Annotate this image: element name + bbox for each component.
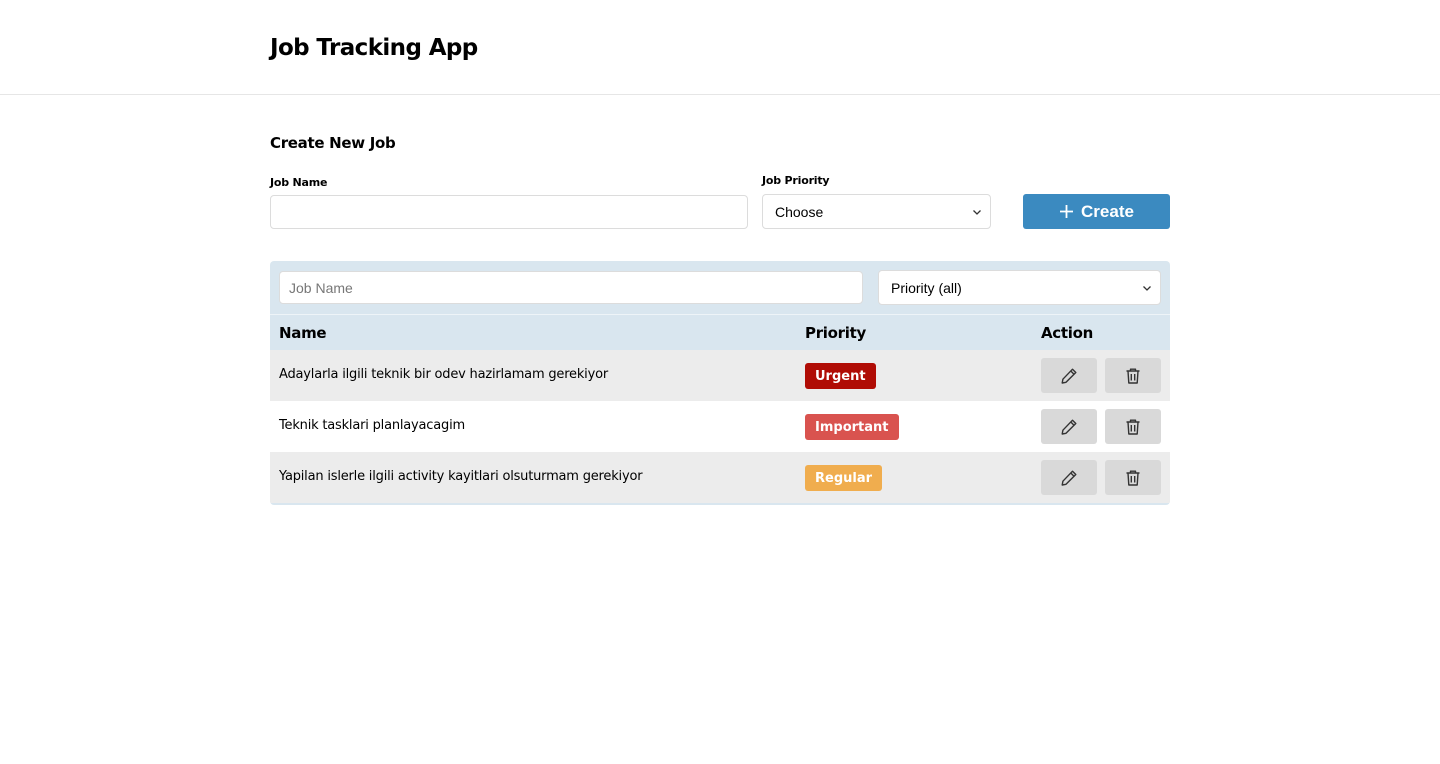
job-search-input[interactable]: [279, 271, 863, 304]
app-header: Job Tracking App: [0, 0, 1440, 95]
job-name-label: Job Name: [270, 176, 328, 189]
job-priority-select[interactable]: Choose: [762, 194, 991, 229]
priority-filter-select[interactable]: Priority (all): [878, 270, 1161, 305]
priority-badge: Regular: [805, 465, 883, 491]
trash-icon: [1123, 417, 1143, 437]
trash-icon: [1123, 366, 1143, 386]
edit-button[interactable]: [1041, 460, 1097, 495]
job-name-cell: Yapilan islerle ilgili activity kayitlar…: [279, 469, 643, 484]
table-header: Name Priority Action: [270, 314, 1170, 350]
job-name-cell: Adaylarla ilgili teknik bir odev hazirla…: [279, 367, 608, 382]
table-row: Adaylarla ilgili teknik bir odev hazirla…: [270, 350, 1170, 401]
priority-filter-selected: Priority (all): [891, 279, 962, 296]
job-name-cell: Teknik tasklari planlayacagim: [279, 418, 465, 433]
trash-icon: [1123, 468, 1143, 488]
priority-badge: Important: [805, 414, 899, 440]
delete-button[interactable]: [1105, 358, 1161, 393]
pencil-icon: [1059, 468, 1079, 488]
app-title: Job Tracking App: [270, 35, 478, 61]
job-priority-selected: Choose: [775, 203, 824, 220]
table-row: Yapilan islerle ilgili activity kayitlar…: [270, 452, 1170, 503]
chevron-down-icon: [973, 209, 981, 215]
pencil-icon: [1059, 366, 1079, 386]
edit-button[interactable]: [1041, 358, 1097, 393]
delete-button[interactable]: [1105, 409, 1161, 444]
table-row: Teknik tasklari planlayacagim Important: [270, 401, 1170, 452]
job-name-input[interactable]: [270, 195, 748, 229]
column-header-action: Action: [1041, 324, 1093, 342]
chevron-down-icon: [1143, 285, 1151, 291]
delete-button[interactable]: [1105, 460, 1161, 495]
pencil-icon: [1059, 417, 1079, 437]
column-header-priority: Priority: [805, 324, 866, 342]
create-button[interactable]: Create: [1023, 194, 1170, 229]
job-priority-label: Job Priority: [762, 174, 830, 187]
job-list-panel: Priority (all) Name Priority Action Aday…: [270, 261, 1170, 505]
edit-button[interactable]: [1041, 409, 1097, 444]
plus-icon: [1060, 205, 1074, 218]
priority-badge: Urgent: [805, 363, 876, 389]
create-job-title: Create New Job: [270, 134, 396, 152]
column-header-name: Name: [279, 324, 327, 342]
create-button-label: Create: [1081, 201, 1134, 221]
